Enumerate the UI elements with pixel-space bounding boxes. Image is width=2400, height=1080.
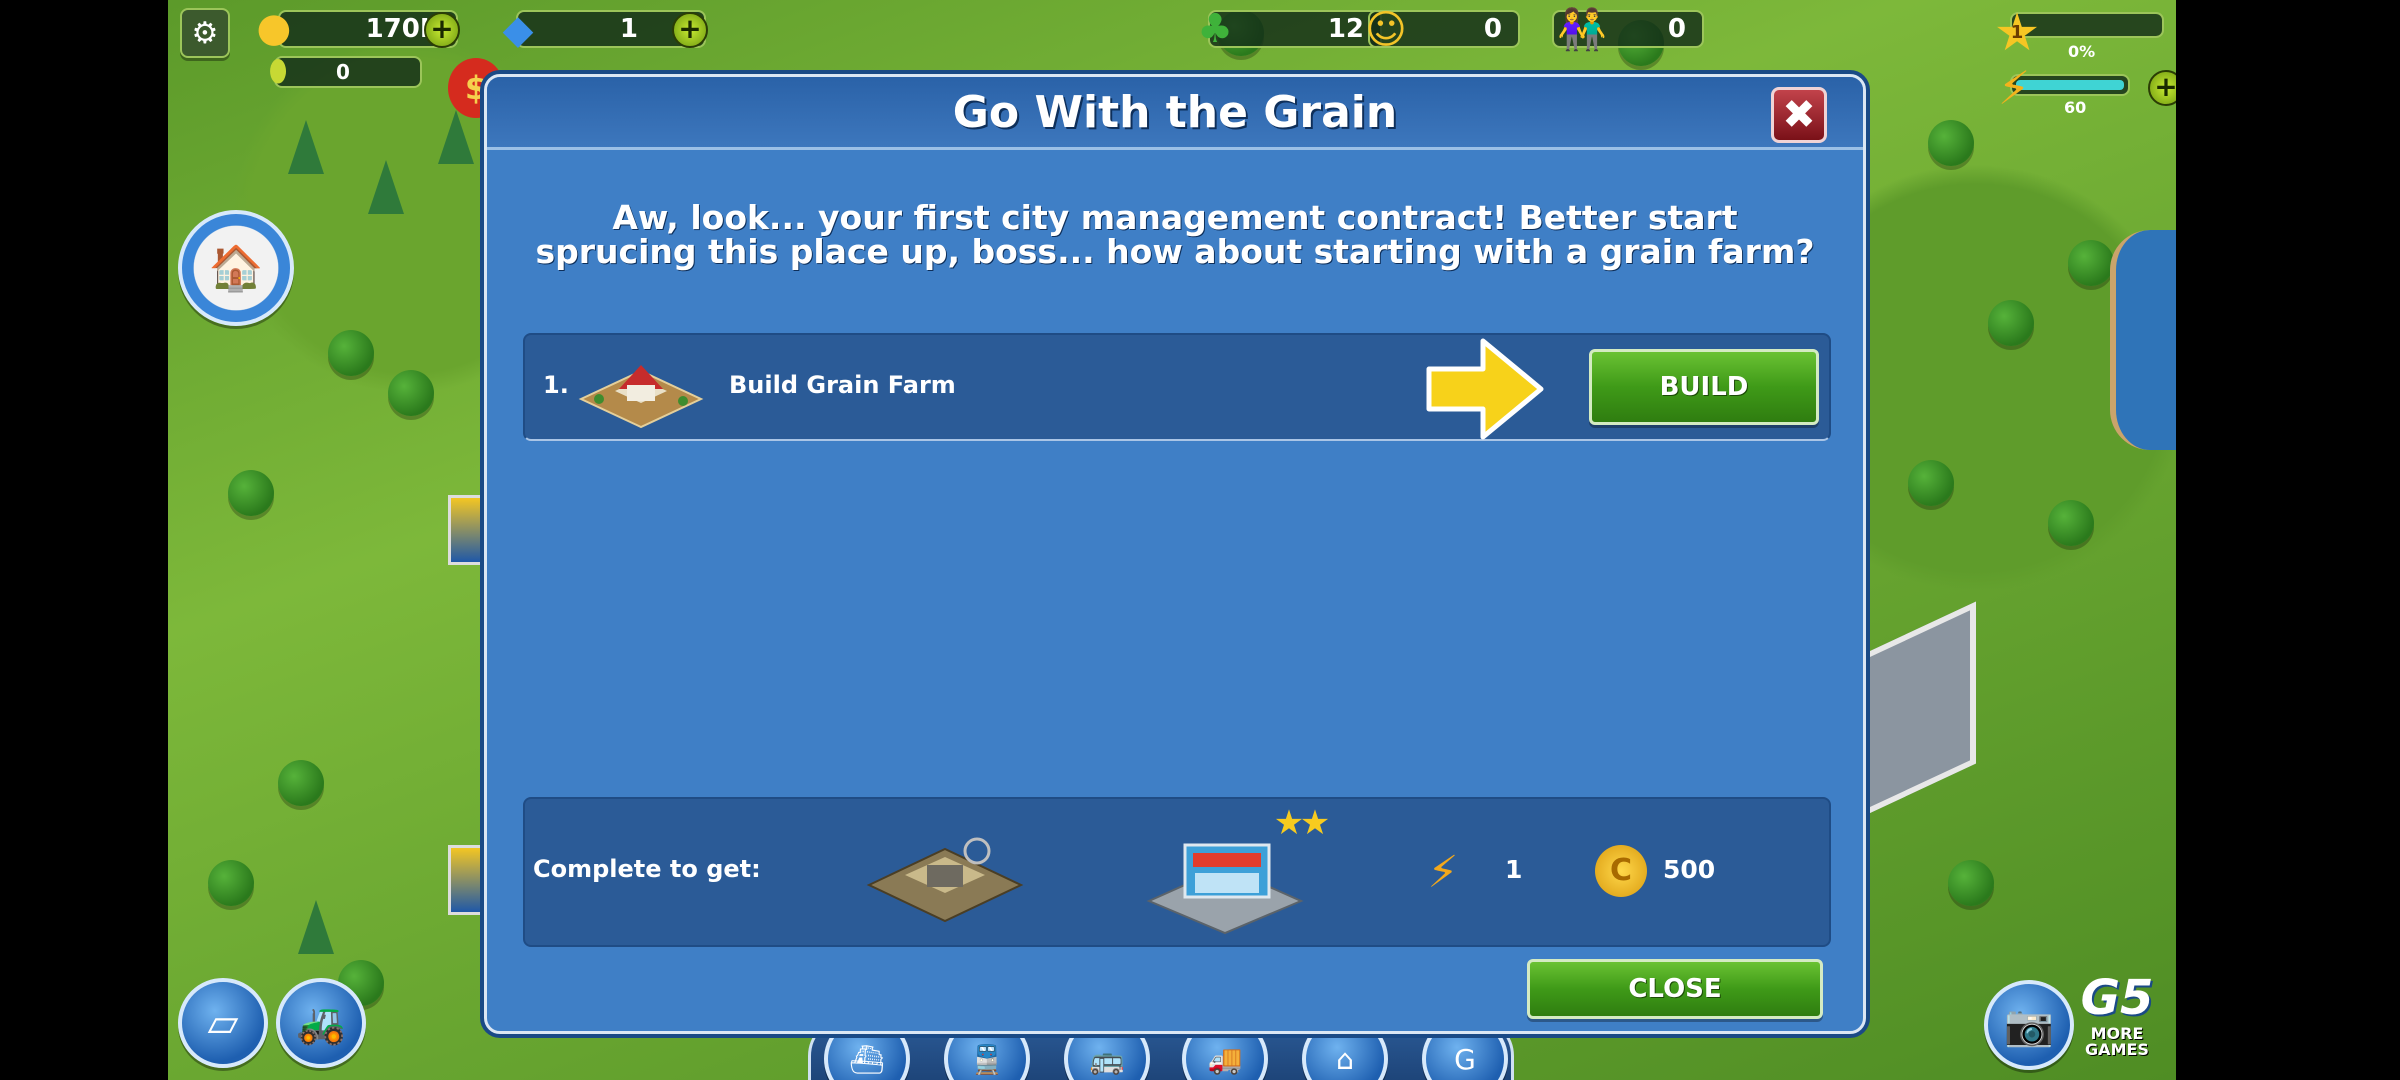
- gem-icon: ◆: [502, 7, 534, 53]
- pine-tree: [368, 160, 404, 214]
- truck-icon: 🚚: [1207, 1042, 1243, 1076]
- arrow-right-icon: [1426, 338, 1544, 440]
- tree: [1928, 120, 1974, 166]
- reward-coins-value: 500: [1663, 855, 1716, 884]
- tree: [1948, 860, 1994, 906]
- gems-value: 1: [619, 14, 638, 44]
- camera-icon: 📷: [2004, 1002, 2054, 1049]
- grain-farm-icon: [578, 365, 704, 429]
- coins-icon: ●: [256, 5, 292, 51]
- energy-bolt-icon: ⚡: [1427, 847, 1459, 898]
- tree: [2048, 500, 2094, 546]
- g5-logo: G5: [2080, 970, 2154, 1026]
- tree: [208, 860, 254, 906]
- happiness-smiley-icon: ☺: [1365, 7, 1407, 53]
- tree: [278, 760, 324, 806]
- bus-icon: 🚌: [1089, 1042, 1125, 1076]
- tree: [388, 370, 434, 416]
- g5-icon: G: [1454, 1042, 1476, 1076]
- close-icon: ✖: [1782, 92, 1816, 138]
- road: [1854, 601, 1976, 821]
- add-gems-button[interactable]: +: [672, 12, 708, 48]
- tree: [228, 470, 274, 516]
- store-icon: ⌂: [1336, 1042, 1354, 1076]
- camera-button[interactable]: 📷: [1984, 980, 2074, 1070]
- star-icon: ★: [1299, 803, 1331, 843]
- ship-icon: ⛴: [849, 1042, 885, 1076]
- savings-value: 0: [336, 60, 350, 84]
- road-tool-button[interactable]: ▱: [178, 978, 268, 1068]
- task-row: 1. Build Grain Farm BUILD: [523, 333, 1831, 441]
- coin-icon: C: [1595, 845, 1647, 897]
- pine-tree: [298, 900, 334, 954]
- contract-dialog: Go With the Grain ✖ Aw, look... your fir…: [484, 74, 1866, 1034]
- farm-house-icon: 🏠: [208, 243, 264, 294]
- more-games-label: MORE GAMES: [2085, 1024, 2149, 1059]
- dialog-title: Go With the Grain: [952, 87, 1398, 138]
- train-icon: 🚆: [969, 1042, 1005, 1076]
- task-label: Build Grain Farm: [729, 371, 956, 399]
- close-x-button[interactable]: ✖: [1771, 87, 1827, 143]
- warehouse-building-icon: [866, 837, 1024, 923]
- dialog-message: Aw, look... your first city management c…: [535, 198, 1815, 271]
- reward-label: Complete to get:: [533, 855, 761, 883]
- level-value: 1: [2010, 22, 2024, 43]
- farm-shortcut-button[interactable]: 🏠: [178, 210, 294, 326]
- reward-panel: Complete to get: ★ ★ ⚡ 1 C 500: [523, 797, 1831, 947]
- trees-value: 12: [1327, 14, 1364, 44]
- tree-icon: ♣: [1197, 6, 1233, 52]
- energy-bolt-icon: ⚡: [1997, 61, 2031, 115]
- add-coins-button[interactable]: +: [424, 12, 460, 48]
- population-people-icon: 👫: [1557, 7, 1607, 53]
- pine-tree: [288, 120, 324, 174]
- energy-value: 60: [2064, 98, 2087, 117]
- close-button[interactable]: CLOSE: [1527, 959, 1823, 1019]
- more-games-button[interactable]: G5 MORE GAMES: [2072, 970, 2162, 1066]
- tree: [328, 330, 374, 376]
- add-energy-button[interactable]: +: [2148, 70, 2176, 106]
- task-number: 1.: [543, 371, 569, 399]
- dialog-header: Go With the Grain ✖: [487, 77, 1863, 150]
- xp-percent: 0%: [2068, 42, 2096, 61]
- bulldozer-icon: 🚜: [296, 1000, 346, 1047]
- tree: [1988, 300, 2034, 346]
- road-icon: ▱: [207, 1000, 239, 1046]
- tree: [1908, 460, 1954, 506]
- lake: [2110, 230, 2176, 450]
- tree: [2068, 240, 2114, 286]
- population-value: 0: [1667, 14, 1686, 44]
- build-button[interactable]: BUILD: [1589, 349, 1819, 425]
- bulldozer-button[interactable]: 🚜: [276, 978, 366, 1068]
- reward-energy-value: 1: [1505, 855, 1523, 884]
- happiness-value: 0: [1483, 14, 1502, 44]
- pine-tree: [438, 110, 474, 164]
- settings-gear-icon[interactable]: ⚙: [180, 8, 230, 58]
- savings-jar-icon: ⬮: [268, 54, 288, 89]
